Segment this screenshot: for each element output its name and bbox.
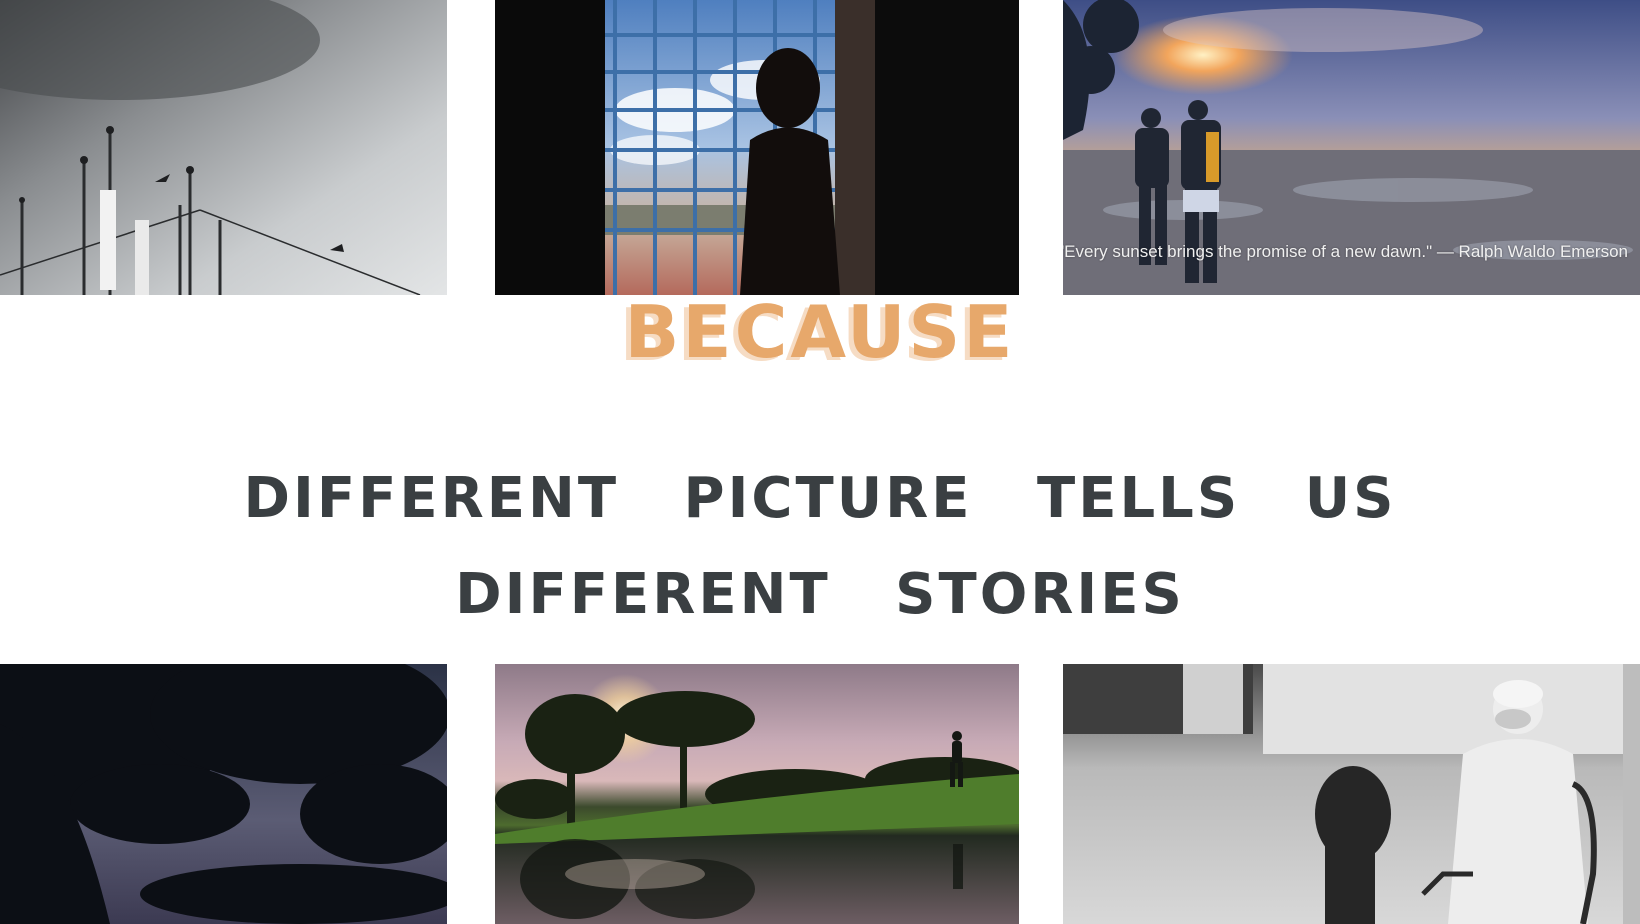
because-heading: BECAUSE (624, 290, 1016, 374)
headline-line-1: DIFFERENT PICTURE TELLS US (243, 466, 1397, 531)
photo-caption: "Every sunset brings the promise of a ne… (1063, 242, 1628, 261)
photo-girl-window (495, 0, 1019, 295)
photo-beach-sunset: "Every sunset brings the promise of a ne… (1063, 0, 1640, 295)
photo-birds-antennas (0, 0, 447, 295)
headline-line-2: DIFFERENT STORIES (455, 562, 1185, 627)
photo-tree-dusk (0, 664, 447, 924)
photo-waiting-room (1063, 664, 1640, 924)
photo-sunset-pond (495, 664, 1019, 924)
